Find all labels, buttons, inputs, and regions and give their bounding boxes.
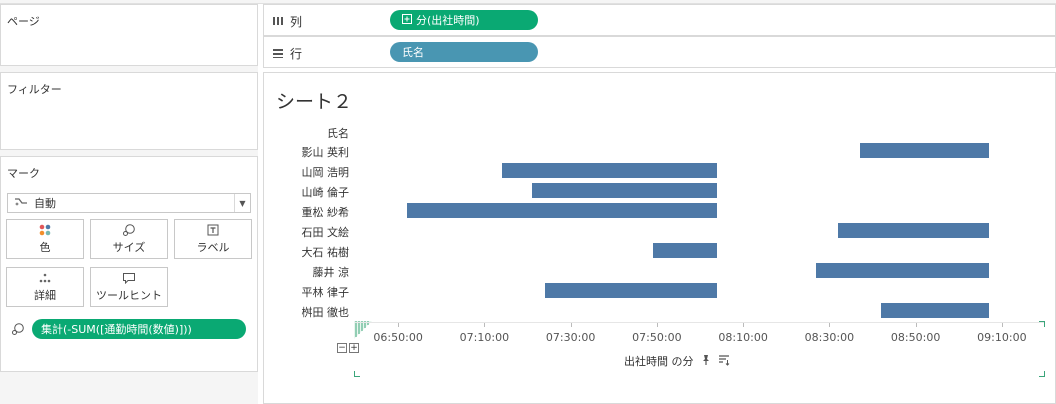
row-label[interactable]: 山岡 浩明 — [279, 164, 350, 180]
x-tick-label: 07:10:00 — [459, 331, 510, 344]
marks-panel: マーク 自動 ▼ 色 サイズ ラベル 詳細 ツールヒント 集計(-SUM([通勤… — [0, 156, 258, 372]
x-tick-mark — [829, 323, 831, 327]
x-axis-label: 出社時間 の分 — [624, 355, 694, 368]
expand-plus-icon[interactable]: + — [349, 343, 359, 353]
x-tick-mark — [484, 323, 486, 327]
size-field-icon — [11, 322, 25, 339]
size-button-label: サイズ — [112, 240, 146, 254]
pin-icon[interactable] — [700, 354, 712, 369]
color-dots-icon — [38, 224, 52, 236]
row-label[interactable]: 大石 祐樹 — [279, 244, 350, 260]
x-tick-mark — [398, 323, 400, 327]
bar-mark[interactable] — [859, 143, 989, 158]
x-tick-label: 08:50:00 — [890, 331, 941, 344]
mark-type-label: 自動 — [34, 197, 56, 210]
x-tick-mark — [656, 323, 658, 327]
row-header: 氏名 — [327, 127, 349, 140]
x-tick-mark — [915, 323, 917, 327]
mark-type-dropdown[interactable]: 自動 ▼ — [7, 193, 251, 213]
x-axis-line — [355, 322, 1045, 323]
x-tick-mark — [570, 323, 572, 327]
row-label[interactable]: 山崎 倫子 — [279, 184, 350, 200]
bar-mark[interactable] — [881, 303, 989, 318]
bar-mark[interactable] — [816, 263, 989, 278]
chevron-down-icon[interactable]: ▼ — [234, 194, 250, 212]
selection-corner-tr — [1039, 321, 1045, 327]
marks-panel-title: マーク — [7, 167, 40, 180]
viz-view: シート２ 氏名 影山 英利山岡 浩明山崎 倫子重松 紗希石田 文絵大石 祐樹藤井… — [263, 72, 1056, 404]
automatic-mark-icon — [14, 197, 28, 210]
columns-shelf-label: 列 — [272, 13, 302, 30]
tooltip-button[interactable]: ツールヒント — [90, 267, 168, 307]
size-icon — [122, 223, 136, 236]
plus-box-icon — [402, 13, 412, 27]
selection-corner-bl — [354, 371, 360, 377]
x-tick-label: 06:50:00 — [373, 331, 423, 344]
x-tick-label: 09:10:00 — [977, 331, 1027, 344]
bar-mark[interactable] — [544, 283, 718, 298]
label-button[interactable]: ラベル — [174, 219, 252, 259]
row-label[interactable]: 藤井 涼 — [279, 264, 350, 280]
bar-mark[interactable] — [406, 203, 718, 218]
columns-pill[interactable]: 分(出社時間) — [390, 10, 538, 30]
x-tick-label: 07:50:00 — [632, 331, 682, 344]
sort-icon[interactable] — [718, 354, 730, 369]
tooltip-bubble-icon — [122, 272, 136, 284]
sheet-title[interactable]: シート２ — [276, 87, 352, 114]
x-tick-label: 07:30:00 — [545, 331, 596, 344]
x-tick-label: 08:10:00 — [718, 331, 768, 344]
rows-icon — [272, 47, 284, 61]
bar-mark[interactable] — [501, 163, 718, 178]
detail-dots-icon — [38, 272, 52, 284]
columns-icon — [272, 15, 284, 29]
rows-shelf: 行 氏名 — [263, 36, 1056, 68]
bar-mark[interactable] — [838, 223, 989, 238]
pages-panel-title: ページ — [7, 15, 40, 28]
selection-corner-br — [1039, 371, 1045, 377]
columns-shelf: 列 分(出社時間) — [263, 4, 1056, 36]
x-tick-mark — [1001, 323, 1003, 327]
color-button[interactable]: 色 — [6, 219, 84, 259]
row-label[interactable]: 影山 英利 — [279, 144, 350, 160]
x-tick-label: 08:30:00 — [804, 331, 855, 344]
tooltip-button-label: ツールヒント — [96, 288, 162, 302]
collapse-minus-icon[interactable]: − — [337, 343, 347, 353]
x-tick-mark — [743, 323, 745, 327]
x-axis-title[interactable]: 出社時間 の分 — [624, 353, 730, 369]
rows-pill[interactable]: 氏名 — [390, 42, 538, 62]
size-button[interactable]: サイズ — [90, 219, 168, 259]
text-label-icon — [207, 224, 219, 236]
detail-button[interactable]: 詳細 — [6, 267, 84, 307]
color-button-label: 色 — [39, 240, 51, 254]
size-field-pill[interactable]: 集計(-SUM([通勤時間(数値)])) — [32, 319, 246, 339]
rows-shelf-label: 行 — [272, 45, 302, 62]
row-label[interactable]: 石田 文絵 — [279, 224, 350, 240]
row-label[interactable]: 桝田 徹也 — [279, 304, 350, 320]
bar-mark[interactable] — [531, 183, 718, 198]
row-label[interactable]: 平林 律子 — [279, 284, 350, 300]
filters-panel[interactable]: フィルター — [0, 72, 258, 150]
row-label[interactable]: 重松 紗希 — [279, 204, 350, 220]
filters-panel-title: フィルター — [7, 83, 62, 96]
detail-button-label: 詳細 — [34, 288, 56, 302]
pages-panel[interactable]: ページ — [0, 4, 258, 66]
bar-mark[interactable] — [652, 243, 718, 258]
label-button-label: ラベル — [196, 240, 230, 254]
